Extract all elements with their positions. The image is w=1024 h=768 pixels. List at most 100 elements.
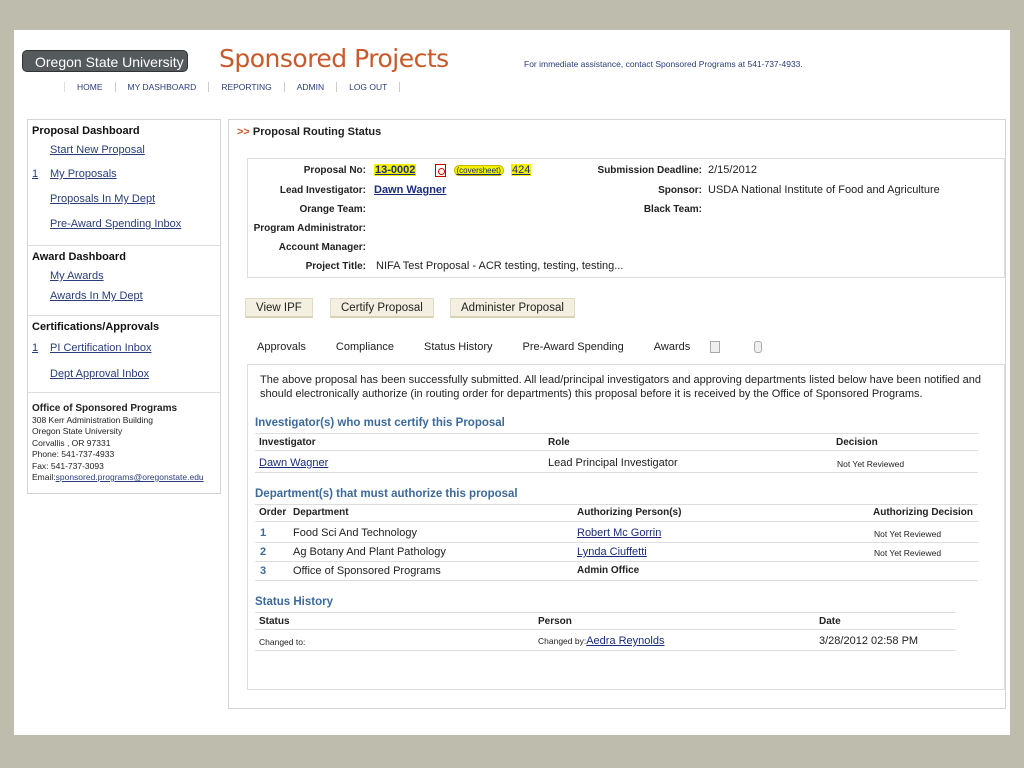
document-icon[interactable] bbox=[710, 341, 721, 353]
divider bbox=[255, 650, 955, 651]
proposal-no-label: Proposal No: bbox=[303, 165, 366, 176]
contact-info: For immediate assistance, contact Sponso… bbox=[524, 59, 803, 69]
osu-logo[interactable]: Oregon State University bbox=[22, 50, 188, 72]
ops-address-3: Corvallis , OR 97331 bbox=[32, 437, 111, 448]
pdf-icon[interactable] bbox=[435, 164, 447, 177]
sidebar: Proposal Dashboard Start New Proposal 1 … bbox=[27, 119, 221, 494]
tab-awards[interactable]: Awards bbox=[654, 341, 690, 353]
nav-admin[interactable]: ADMIN bbox=[283, 82, 336, 92]
dept-order: 2 bbox=[260, 546, 267, 558]
account-manager-label: Account Manager: bbox=[278, 242, 366, 253]
col-department: Department bbox=[293, 507, 349, 518]
coversheet-link[interactable]: (coversheet) bbox=[453, 165, 504, 177]
proposals-in-dept-link[interactable]: Proposals In My Dept bbox=[28, 193, 220, 205]
ops-title: Office of Sponsored Programs bbox=[32, 403, 178, 414]
investigator-link[interactable]: Dawn Wagner bbox=[259, 457, 328, 469]
history-person-link[interactable]: Aedra Reynolds bbox=[586, 635, 664, 647]
lead-investigator-label: Lead Investigator: bbox=[279, 185, 366, 196]
dept-name: Office of Sponsored Programs bbox=[293, 565, 441, 577]
my-awards-link[interactable]: My Awards bbox=[28, 270, 220, 282]
top-nav: HOME MY DASHBOARD REPORTING ADMIN LOG OU… bbox=[64, 82, 401, 92]
dept-name: Ag Botany And Plant Pathology bbox=[293, 546, 446, 558]
ops-phone: Phone: 541-737-4933 bbox=[32, 449, 115, 459]
divider bbox=[255, 542, 978, 543]
awards-in-dept-link[interactable]: Awards In My Dept bbox=[28, 290, 220, 302]
my-proposals-link[interactable]: My Proposals bbox=[28, 168, 220, 180]
divider bbox=[255, 580, 978, 581]
pi-cert-inbox-link[interactable]: PI Certification Inbox bbox=[28, 342, 220, 354]
nav-logout[interactable]: LOG OUT bbox=[336, 82, 399, 92]
ops-fax: Fax: 541-737-3093 bbox=[32, 460, 104, 471]
count-link[interactable]: 424 bbox=[511, 164, 532, 177]
breadcrumb: >> Proposal Routing Status bbox=[237, 126, 381, 138]
ops-address-2: Oregon State University bbox=[32, 426, 123, 436]
nav-home[interactable]: HOME bbox=[64, 82, 115, 92]
sponsor-label: Sponsor: bbox=[658, 185, 702, 196]
breadcrumb-arrow: >> bbox=[237, 126, 250, 138]
col-authorizing-person: Authorizing Person(s) bbox=[577, 507, 682, 518]
administer-proposal-button[interactable]: Administer Proposal bbox=[450, 298, 575, 318]
dept-decision: Not Yet Reviewed bbox=[874, 529, 942, 539]
dept-person: Admin Office bbox=[577, 565, 640, 576]
award-dashboard-section: Award Dashboard My Awards Awards In My D… bbox=[28, 246, 220, 316]
tab-pre-award-spending[interactable]: Pre-Award Spending bbox=[522, 341, 623, 353]
project-title-value: NIFA Test Proposal - ACR testing, testin… bbox=[376, 260, 624, 272]
col-date: Date bbox=[819, 616, 841, 627]
divider bbox=[255, 504, 978, 505]
award-dashboard-heading: Award Dashboard bbox=[32, 251, 126, 263]
investigators-title: Investigator(s) who must certify this Pr… bbox=[255, 417, 505, 429]
app-title: Sponsored Projects bbox=[219, 44, 449, 73]
divider bbox=[255, 521, 978, 522]
changed-by-label: Changed by: bbox=[538, 636, 587, 646]
start-new-proposal-link[interactable]: Start New Proposal bbox=[28, 144, 220, 156]
proposal-no-row: 13-0002 (coversheet) 424 bbox=[374, 164, 532, 177]
proposal-no-link[interactable]: 13-0002 bbox=[374, 164, 417, 177]
status-history-title: Status History bbox=[255, 596, 333, 608]
project-title-label: Project Title: bbox=[305, 261, 366, 272]
departments-title: Department(s) that must authorize this p… bbox=[255, 488, 518, 500]
dept-person-link[interactable]: Robert Mc Gorrin bbox=[577, 527, 661, 539]
tab-compliance[interactable]: Compliance bbox=[336, 341, 394, 353]
pi-cert-row: 1 PI Certification Inbox bbox=[28, 342, 220, 354]
lead-investigator-link[interactable]: Dawn Wagner bbox=[374, 184, 446, 196]
tab-approvals[interactable]: Approvals bbox=[257, 341, 306, 353]
page-title: Proposal Routing Status bbox=[252, 126, 382, 138]
orange-team-label: Orange Team: bbox=[299, 204, 367, 215]
tab-status-history[interactable]: Status History bbox=[424, 341, 492, 353]
divider bbox=[255, 433, 978, 434]
col-order: Order bbox=[259, 507, 287, 518]
pre-award-inbox-link[interactable]: Pre-Award Spending Inbox bbox=[28, 218, 220, 230]
submission-notice: The above proposal has been successfully… bbox=[260, 374, 981, 400]
nav-reporting[interactable]: REPORTING bbox=[208, 82, 283, 92]
ops-email-link[interactable]: sponsored.programs@oregonstate.edu bbox=[56, 472, 204, 482]
dept-name: Food Sci And Technology bbox=[293, 527, 417, 539]
dept-order: 1 bbox=[260, 527, 267, 539]
ops-email-row: Email:sponsored.programs@oregonstate.edu bbox=[32, 472, 216, 484]
certify-proposal-button[interactable]: Certify Proposal bbox=[330, 298, 434, 318]
col-authorizing-decision: Authorizing Decision bbox=[873, 507, 973, 518]
program-admin-label: Program Administrator: bbox=[253, 223, 366, 234]
changed-to: Changed to: bbox=[259, 637, 306, 647]
col-decision: Decision bbox=[836, 437, 878, 448]
routing-panel: The above proposal has been successfully… bbox=[247, 364, 1005, 690]
certifications-section: Certifications/Approvals 1 PI Certificat… bbox=[28, 316, 220, 393]
col-role: Role bbox=[548, 437, 570, 448]
dept-person-link[interactable]: Lynda Ciuffetti bbox=[577, 546, 647, 558]
deadline-label: Submission Deadline: bbox=[597, 165, 702, 176]
ops-contact-block: Office of Sponsored Programs 308 Kerr Ad… bbox=[28, 393, 220, 494]
col-investigator: Investigator bbox=[259, 437, 316, 448]
view-ipf-button[interactable]: View IPF bbox=[245, 298, 313, 318]
dept-order: 3 bbox=[260, 565, 267, 577]
deadline-value: 2/15/2012 bbox=[708, 164, 757, 176]
divider bbox=[255, 629, 955, 630]
sponsor-value: USDA National Institute of Food and Agri… bbox=[708, 184, 940, 196]
divider bbox=[255, 561, 978, 562]
attachment-icon[interactable] bbox=[754, 341, 763, 353]
history-date: 3/28/2012 02:58 PM bbox=[819, 635, 919, 647]
col-status: Status bbox=[259, 616, 290, 627]
my-proposals-row: 1 My Proposals bbox=[28, 168, 220, 180]
nav-dashboard[interactable]: MY DASHBOARD bbox=[114, 82, 209, 92]
divider bbox=[255, 450, 978, 451]
dept-approval-inbox-link[interactable]: Dept Approval Inbox bbox=[28, 368, 220, 380]
main-panel: >> Proposal Routing Status Proposal No: … bbox=[228, 119, 1006, 709]
